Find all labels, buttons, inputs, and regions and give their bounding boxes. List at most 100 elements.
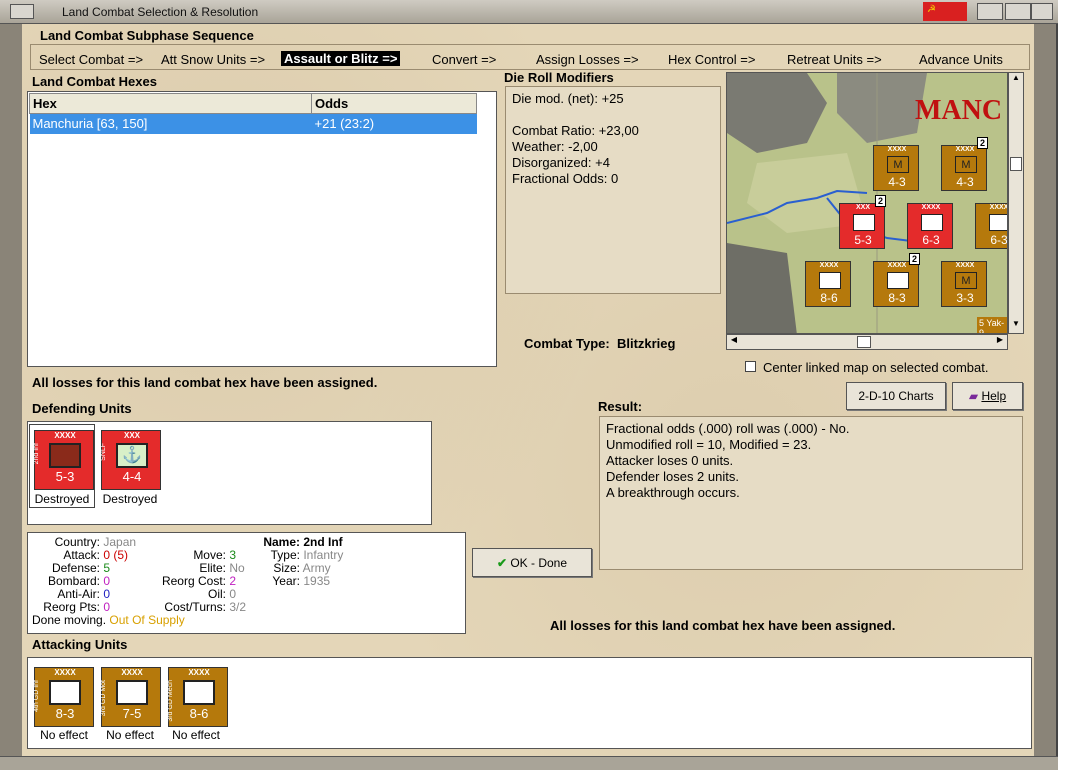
attack-extra: (5): [113, 548, 129, 562]
scroll-down-icon[interactable]: ▼: [1009, 319, 1023, 333]
scroll-right-icon[interactable]: ▶: [993, 335, 1007, 349]
map-unit-counter[interactable]: XXXX 6-3: [907, 203, 953, 249]
map-unit-counter[interactable]: XXXX M 3-3: [941, 261, 987, 307]
map-unit-counter[interactable]: XXXX 6-3: [975, 203, 1008, 249]
odds-cell: +21 (23:2): [311, 113, 477, 134]
step-assault-blitz[interactable]: Assault or Blitz =>: [281, 51, 401, 66]
defender-status: Destroyed: [34, 492, 90, 506]
map-unit-strength: 4-3: [888, 175, 906, 189]
step-att-snow[interactable]: Att Snow Units =>: [161, 52, 265, 67]
map-unit-strength: 8-3: [888, 291, 906, 305]
col-hex[interactable]: Hex: [29, 93, 312, 114]
mod-line: Fractional Odds: 0: [512, 171, 619, 186]
result-line: Unmodified roll = 10, Modified = 23.: [606, 437, 812, 452]
map-unit-symbol: [887, 272, 909, 289]
step-convert[interactable]: Convert =>: [432, 52, 496, 67]
defender-counter[interactable]: XXXX 2nd Inf 5-3: [33, 430, 94, 490]
map-unit-counter[interactable]: XXXX M 4-3: [873, 145, 919, 191]
help-button[interactable]: ▰ Help: [952, 382, 1023, 410]
combat-type: Combat Type: Blitzkrieg: [524, 336, 675, 351]
done-label: Done moving.: [32, 613, 107, 627]
attacker-counter[interactable]: XXXX 3rd GD Mot 7-5: [100, 667, 161, 727]
mini-map[interactable]: MANC 5 Yak-9 XXXX M 4-3 XXXX M 4-3 2 XXX 5-3 2 XXX…: [726, 72, 1008, 334]
step-advance-units[interactable]: Advance Units: [919, 52, 1003, 67]
modifiers-panel: Die mod. (net): +25 Combat Ratio: +23,00…: [505, 86, 721, 294]
map-vertical-scrollbar[interactable]: ▲ ▼: [1008, 72, 1024, 334]
elite-value: No: [229, 561, 245, 575]
map-unit-symbol: [853, 214, 875, 231]
map-unit-counter[interactable]: XXXX 8-6: [805, 261, 851, 307]
col-odds[interactable]: Odds: [311, 93, 477, 114]
result-line: Attacker loses 0 units.: [606, 453, 734, 468]
infantry-icon: [49, 680, 81, 705]
title-bar: Land Combat Selection & Resolution ☭: [0, 0, 1058, 24]
window-title: Land Combat Selection & Resolution: [62, 5, 259, 19]
attack-value: 0: [103, 548, 111, 562]
result-heading: Result:: [598, 399, 643, 414]
map-unit-size: XXXX: [955, 262, 975, 269]
window-menu-icon[interactable]: [10, 4, 34, 19]
table-row[interactable]: Manchuria [63, 150] +21 (23:2): [29, 113, 477, 134]
infantry-icon: [49, 443, 81, 468]
center-map-checkbox[interactable]: [745, 361, 756, 372]
attacking-units-list[interactable]: XXXX 4th GD Inf 8-3 No effect XXXX 3rd G…: [27, 657, 1032, 749]
scroll-thumb-h[interactable]: [857, 336, 871, 348]
subphase-heading: Land Combat Subphase Sequence: [40, 28, 254, 43]
map-unit-strength: 6-3: [990, 233, 1008, 247]
unit-strength: 4-4: [122, 469, 142, 484]
bottom-bar: [0, 756, 1058, 770]
attacking-heading: Attacking Units: [32, 637, 128, 652]
unit-name: 2nd Inf: [33, 443, 40, 465]
ok-label: OK - Done: [510, 556, 568, 570]
hexes-list[interactable]: Hex Odds Manchuria [63, 150] +21 (23:2): [27, 91, 497, 367]
close-button[interactable]: [1031, 3, 1053, 20]
map-stack-count: 2: [976, 137, 988, 149]
mechanized-icon: [183, 680, 215, 705]
hexes-heading: Land Combat Hexes: [32, 74, 157, 89]
antiair-value: 0: [103, 587, 111, 601]
mod-line: Disorganized: +4: [512, 155, 610, 170]
map-unit-size: XXXX: [989, 204, 1008, 211]
defender-counter[interactable]: XXX SNLF ⚓ 4-4: [100, 430, 161, 490]
reorgpts-value: 0: [103, 600, 111, 614]
name-value: 2nd Inf: [303, 535, 343, 549]
unit-strength: 5-3: [55, 469, 75, 484]
map-unit-symbol: M: [955, 156, 977, 173]
unit-size: XXX: [123, 431, 140, 440]
scroll-up-icon[interactable]: ▲: [1009, 73, 1023, 87]
map-unit-symbol: M: [955, 272, 977, 289]
supply-value: Out Of Supply: [109, 613, 185, 627]
costturns-value: 3/2: [229, 600, 247, 614]
mod-line: Combat Ratio: +23,00: [512, 123, 639, 138]
map-unit-counter[interactable]: XXX 5-3 2: [839, 195, 886, 249]
center-map-label: Center linked map on selected combat.: [763, 360, 989, 375]
attacker-counter[interactable]: XXXX 4th GD Inf 8-3: [33, 667, 94, 727]
unit-strength: 8-6: [189, 706, 209, 721]
defending-units-list[interactable]: XXXX 2nd Inf 5-3 Destroyed XXX SNLF ⚓ 4-…: [27, 421, 432, 525]
step-hex-control[interactable]: Hex Control =>: [668, 52, 755, 67]
map-unit-strength: 5-3: [854, 233, 872, 247]
step-select-combat[interactable]: Select Combat =>: [39, 52, 143, 67]
map-unit-strength: 4-3: [956, 175, 974, 189]
scroll-thumb[interactable]: [1010, 157, 1022, 171]
ok-done-button[interactable]: ✔ OK - Done: [472, 548, 592, 577]
charts-button[interactable]: 2-D-10 Charts: [846, 382, 946, 410]
map-stack-count: 2: [908, 253, 920, 265]
step-assign-losses[interactable]: Assign Losses =>: [536, 52, 639, 67]
defense-value: 5: [103, 561, 111, 575]
step-retreat-units[interactable]: Retreat Units =>: [787, 52, 882, 67]
result-line: Defender loses 2 units.: [606, 469, 739, 484]
map-horizontal-scrollbar[interactable]: ◀ ▶: [726, 334, 1008, 350]
mod-line: Die mod. (net): +25: [512, 91, 624, 106]
detail-col-3: Name: 2nd Inf Type: Infantry Size: Army …: [250, 536, 343, 588]
minimize-button[interactable]: [977, 3, 1003, 20]
unit-size: XXXX: [54, 668, 76, 677]
attacker-counter[interactable]: XXXX 3rd GD Mech 8-6: [167, 667, 228, 727]
unit-strength: 8-3: [55, 706, 75, 721]
scroll-left-icon[interactable]: ◀: [727, 335, 741, 349]
map-unit-counter[interactable]: XXXX 8-3 2: [873, 253, 920, 307]
restore-button[interactable]: [1005, 3, 1031, 20]
hex-cell: Manchuria [63, 150]: [29, 113, 312, 134]
year-value: 1935: [303, 574, 331, 588]
map-unit-counter[interactable]: XXXX M 4-3 2: [941, 137, 988, 191]
